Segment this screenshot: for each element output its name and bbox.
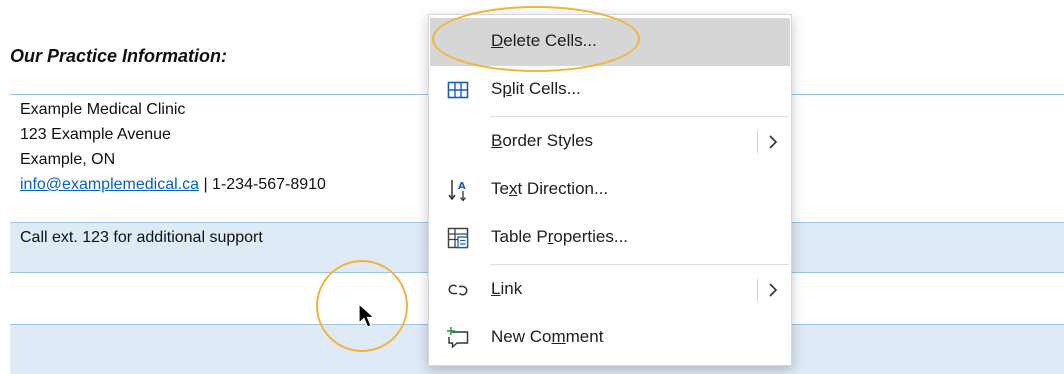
address-line: 123 Example Avenue (20, 126, 171, 143)
submenu-divider (757, 131, 758, 153)
menu-separator (490, 116, 789, 117)
menu-item-border-styles[interactable]: Border Styles (430, 118, 790, 166)
menu-item-split-cells[interactable]: Split Cells... (430, 66, 790, 114)
address-line: Example, ON (20, 151, 116, 168)
email-link[interactable]: info@examplemedical.ca (20, 176, 199, 193)
menu-item-label: Text Direction... (491, 179, 609, 198)
chevron-right-icon[interactable] (766, 277, 780, 303)
text-direction-icon: A (448, 180, 466, 202)
menu-item-label: Border Styles (491, 131, 594, 150)
menu-item-label: Link (491, 279, 523, 298)
chevron-right-icon[interactable] (766, 129, 780, 155)
section-heading: Our Practice Information: (10, 46, 228, 66)
split-cells-icon (447, 81, 469, 99)
contact-line: info@examplemedical.ca | 1-234-567-8910 (20, 172, 326, 197)
link-icon (448, 284, 468, 296)
phone-number: 1-234-567-8910 (212, 176, 326, 193)
menu-item-table-properties[interactable]: Table Properties... (430, 214, 790, 262)
menu-item-label: Table Properties... (491, 227, 629, 246)
svg-text:A: A (458, 181, 466, 192)
new-comment-icon (447, 327, 469, 349)
menu-item-new-comment[interactable]: New Comment (430, 314, 790, 362)
address-line: Example Medical Clinic (20, 101, 186, 118)
submenu-divider (757, 279, 758, 301)
phone-separator: | (199, 176, 213, 193)
menu-item-label: New Comment (491, 327, 604, 346)
menu-item-text-direction[interactable]: A Text Direction... (430, 166, 790, 214)
menu-item-link[interactable]: Link (430, 266, 790, 314)
table-properties-icon (447, 227, 469, 249)
menu-item-label: Split Cells... (491, 79, 581, 98)
support-note: Call ext. 123 for additional support (20, 229, 263, 246)
delete-cells-highlight-annotation (432, 6, 640, 72)
mouse-pointer-icon (358, 303, 376, 328)
menu-separator (490, 264, 789, 265)
